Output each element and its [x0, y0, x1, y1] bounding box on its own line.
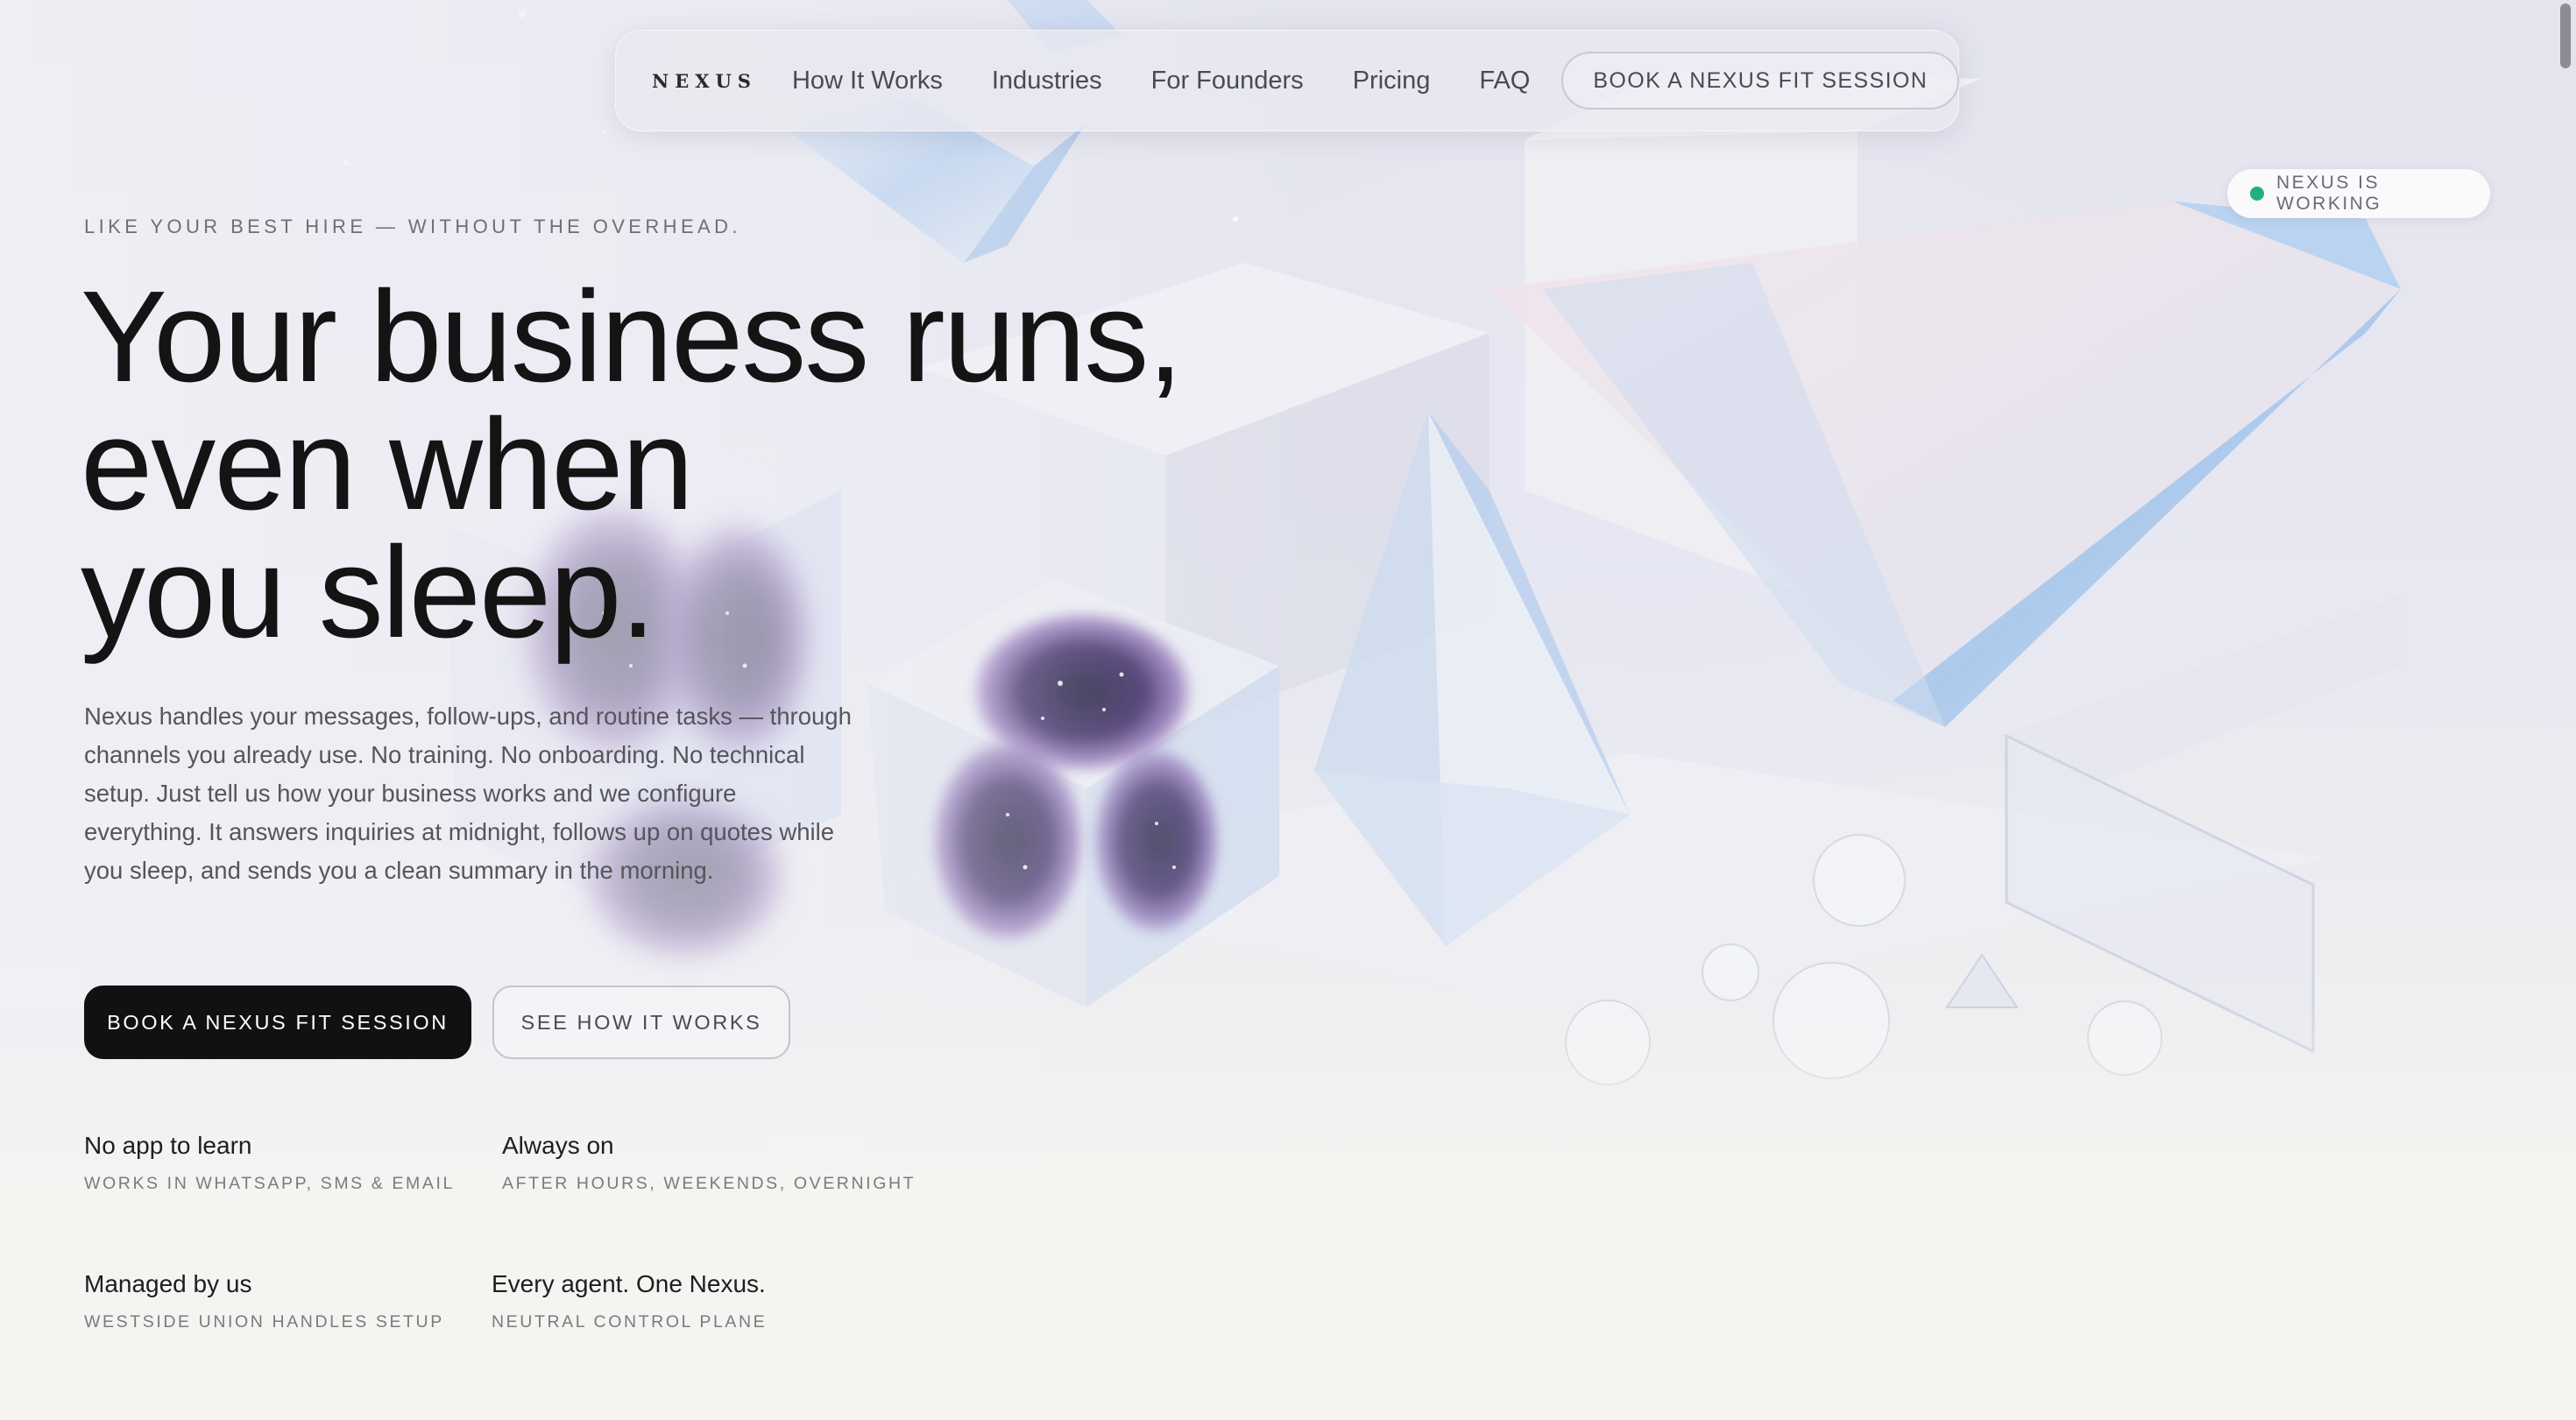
feature-subtitle: AFTER HOURS, WEEKENDS, OVERNIGHT — [502, 1174, 916, 1193]
headline-line-1: Your business runs, — [81, 265, 1183, 409]
feature-item: No app to learn WORKS IN WHATSAPP, SMS &… — [84, 1132, 455, 1194]
feature-item: Always on AFTER HOURS, WEEKENDS, OVERNIG… — [502, 1132, 916, 1194]
hero-headline: Your business runs, even when you sleep. — [81, 265, 1307, 665]
feature-title: Managed by us — [84, 1270, 252, 1297]
status-badge: NEXUS IS WORKING — [2227, 169, 2490, 218]
scrollbar-thumb[interactable] — [2560, 4, 2571, 68]
nav-link-for-founders[interactable]: For Founders — [1151, 67, 1304, 95]
status-indicator-icon — [2250, 187, 2264, 201]
nav-link-how-it-works[interactable]: How It Works — [792, 67, 943, 95]
headline-line-2: even when — [81, 392, 694, 537]
brand-logo[interactable]: NEXUS — [652, 70, 757, 92]
scrollbar-track[interactable] — [2557, 0, 2576, 1420]
nav-link-faq[interactable]: FAQ — [1479, 67, 1530, 95]
hero-eyebrow: LIKE YOUR BEST HIRE — WITHOUT THE OVERHE… — [84, 215, 741, 237]
hero-description: Nexus handles your messages, follow-ups,… — [84, 703, 852, 884]
headline-line-3: you sleep. — [81, 520, 656, 665]
nav-link-industries[interactable]: Industries — [992, 67, 1102, 95]
status-label: NEXUS IS WORKING — [2276, 173, 2382, 214]
feature-item: Managed by us WESTSIDE UNION HANDLES SET… — [84, 1270, 444, 1332]
see-how-it-works-button[interactable]: SEE HOW IT WORKS — [492, 986, 790, 1059]
feature-subtitle: NEUTRAL CONTROL PLANE — [492, 1312, 768, 1332]
feature-title: No app to learn — [84, 1132, 252, 1159]
nav-link-pricing[interactable]: Pricing — [1353, 67, 1431, 95]
bottom-gradient-overlay — [0, 1007, 2576, 1420]
top-navigation: NEXUS How It Works Industries For Founde… — [615, 30, 1960, 131]
feature-item: Every agent. One Nexus. NEUTRAL CONTROL … — [492, 1270, 767, 1332]
book-session-button[interactable]: BOOK A NEXUS FIT SESSION — [84, 986, 471, 1059]
feature-title: Always on — [502, 1132, 614, 1159]
feature-title: Every agent. One Nexus. — [492, 1270, 766, 1297]
feature-subtitle: WESTSIDE UNION HANDLES SETUP — [84, 1312, 444, 1332]
nav-book-session-button[interactable]: BOOK A NEXUS FIT SESSION — [1561, 52, 1960, 110]
feature-subtitle: WORKS IN WHATSAPP, SMS & EMAIL — [84, 1174, 455, 1193]
